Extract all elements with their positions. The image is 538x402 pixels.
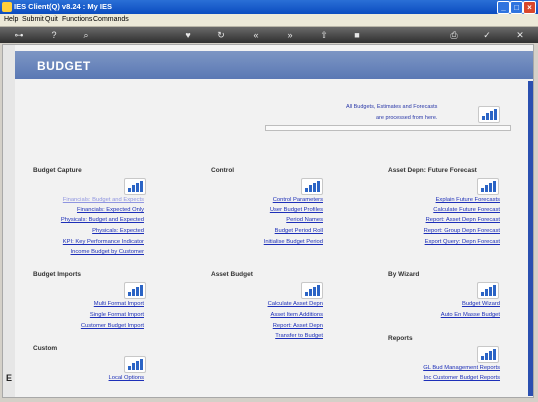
asset-depn-chart-icon[interactable]	[477, 178, 499, 195]
link-local-options[interactable]: Local Options	[109, 375, 144, 381]
link-financials-budget-and-expects[interactable]: Financials: Budget and Expects	[63, 197, 144, 203]
fast-forward-icon[interactable]: »	[284, 29, 296, 41]
title-bar: IES Client(Q) v8.24 : My IES _ □ ×	[0, 0, 538, 14]
asset-budget-chart-icon[interactable]	[301, 282, 323, 299]
link-gl-bud-management-reports[interactable]: GL Bud Management Reports	[423, 365, 500, 371]
check-icon[interactable]: ✓	[481, 29, 493, 41]
menu-functions[interactable]: Functions	[62, 16, 92, 23]
section-title-custom: Custom	[33, 345, 58, 352]
link-income-budget-by-customer[interactable]: Income Budget by Customer	[71, 249, 144, 255]
reports-chart-icon[interactable]	[477, 346, 499, 363]
section-title-reports: Reports	[388, 335, 413, 342]
section-title-by-wizard: By Wizard	[388, 271, 420, 278]
close-icon[interactable]: ✕	[514, 29, 526, 41]
link-inc-customer-budget-reports[interactable]: Inc Customer Budget Reports	[424, 375, 500, 381]
right-scrollbar[interactable]	[528, 81, 533, 396]
key-icon[interactable]: ⊶	[8, 29, 30, 41]
section-title-budget-capture: Budget Capture	[33, 167, 82, 174]
menu-bar: Help Submit Quit Functions Commands	[0, 14, 538, 27]
link-calculate-asset-depn[interactable]: Calculate Asset Depn	[268, 301, 323, 307]
link-export-query-depn-forecast[interactable]: Export Query: Depn Forecast	[425, 239, 500, 245]
link-physicals-budget-and-expected[interactable]: Physicals: Budget and Expected	[61, 217, 144, 223]
section-title-control: Control	[211, 167, 235, 174]
link-asset-item-additions[interactable]: Asset Item Additions	[270, 312, 323, 318]
maximize-button[interactable]: □	[510, 1, 523, 14]
link-user-budget-profiles[interactable]: User Budget Profiles	[270, 207, 323, 213]
menu-commands[interactable]: Commands	[93, 16, 129, 23]
link-transfer-to-budget[interactable]: Transfer to Budget	[275, 333, 323, 339]
menu-help[interactable]: Help	[4, 16, 18, 23]
link-budget-period-roll[interactable]: Budget Period Roll	[275, 228, 323, 234]
section-title-budget-imports: Budget Imports	[33, 271, 82, 278]
custom-chart-icon[interactable]	[124, 356, 146, 373]
control-chart-icon[interactable]	[301, 178, 323, 195]
budget-imports-chart-icon[interactable]	[124, 282, 146, 299]
page-title: BUDGET	[37, 59, 91, 73]
link-single-format-import[interactable]: Single Format Import	[90, 312, 144, 318]
link-auto-en-masse-budget[interactable]: Auto En Masse Budget	[441, 312, 500, 318]
link-report-group-depn-forecast[interactable]: Report: Group Depn Forecast	[424, 228, 500, 234]
section-title-asset-depn: Asset Depn: Future Forecast	[388, 167, 477, 174]
link-financials-expected-only[interactable]: Financials: Expected Only	[77, 207, 144, 213]
by-wizard-chart-icon[interactable]	[477, 282, 499, 299]
window-title: IES Client(Q) v8.24 : My IES	[14, 2, 112, 11]
link-multi-format-import[interactable]: Multi Format Import	[94, 301, 144, 307]
upload-icon[interactable]: ⇧	[318, 29, 330, 41]
link-customer-budget-import[interactable]: Customer Budget Import	[81, 323, 144, 329]
stop-icon[interactable]: ■	[351, 29, 363, 41]
print-icon[interactable]: ⎙	[448, 29, 460, 41]
link-explain-future-forecasts[interactable]: Explain Future Forecasts	[436, 197, 500, 203]
budget-capture-chart-icon[interactable]	[124, 178, 146, 195]
link-report-asset-depn-forecast[interactable]: Report: Asset Depn Forecast	[426, 217, 500, 223]
link-control-parameters[interactable]: Control Parameters	[273, 197, 323, 203]
search-icon[interactable]: ⌕	[80, 29, 92, 41]
close-window-button[interactable]: ×	[523, 1, 536, 14]
page-header: BUDGET	[15, 51, 533, 79]
side-marker: E	[6, 373, 13, 383]
info-line-2: are processed from here.	[376, 115, 438, 121]
info-chart-icon	[478, 106, 500, 123]
link-physicals-expected[interactable]: Physicals: Expected	[92, 228, 144, 234]
help-icon[interactable]: ?	[48, 29, 60, 41]
link-calculate-future-forecast[interactable]: Calculate Future Forecast	[433, 207, 500, 213]
refresh-icon[interactable]: ↻	[215, 29, 227, 41]
client-area: E BUDGET All Budgets, Estimates and Fore…	[2, 44, 534, 398]
link-report-asset-depn[interactable]: Report: Asset Depn	[273, 323, 323, 329]
link-period-names[interactable]: Period Names	[286, 217, 323, 223]
toolbar: ⊶ ? ⌕ ♥ ↻ « » ⇧ ■ ⎙ ✓ ✕	[0, 27, 538, 43]
section-title-asset-budget: Asset Budget	[211, 271, 253, 278]
menu-quit[interactable]: Quit	[45, 16, 58, 23]
info-line-1: All Budgets, Estimates and Forecasts	[346, 104, 438, 110]
link-kpi[interactable]: KPI: Key Performance Indicator	[63, 239, 144, 245]
rewind-icon[interactable]: «	[250, 29, 262, 41]
left-panel-edge: E	[3, 45, 15, 397]
link-budget-wizard[interactable]: Budget Wizard	[462, 301, 500, 307]
link-initialise-budget-period[interactable]: Initialise Budget Period	[264, 239, 323, 245]
progress-bar	[265, 125, 511, 131]
menu-submit[interactable]: Submit	[22, 16, 44, 23]
app-icon	[2, 2, 12, 12]
heart-icon[interactable]: ♥	[182, 29, 194, 41]
minimize-button[interactable]: _	[497, 1, 510, 14]
